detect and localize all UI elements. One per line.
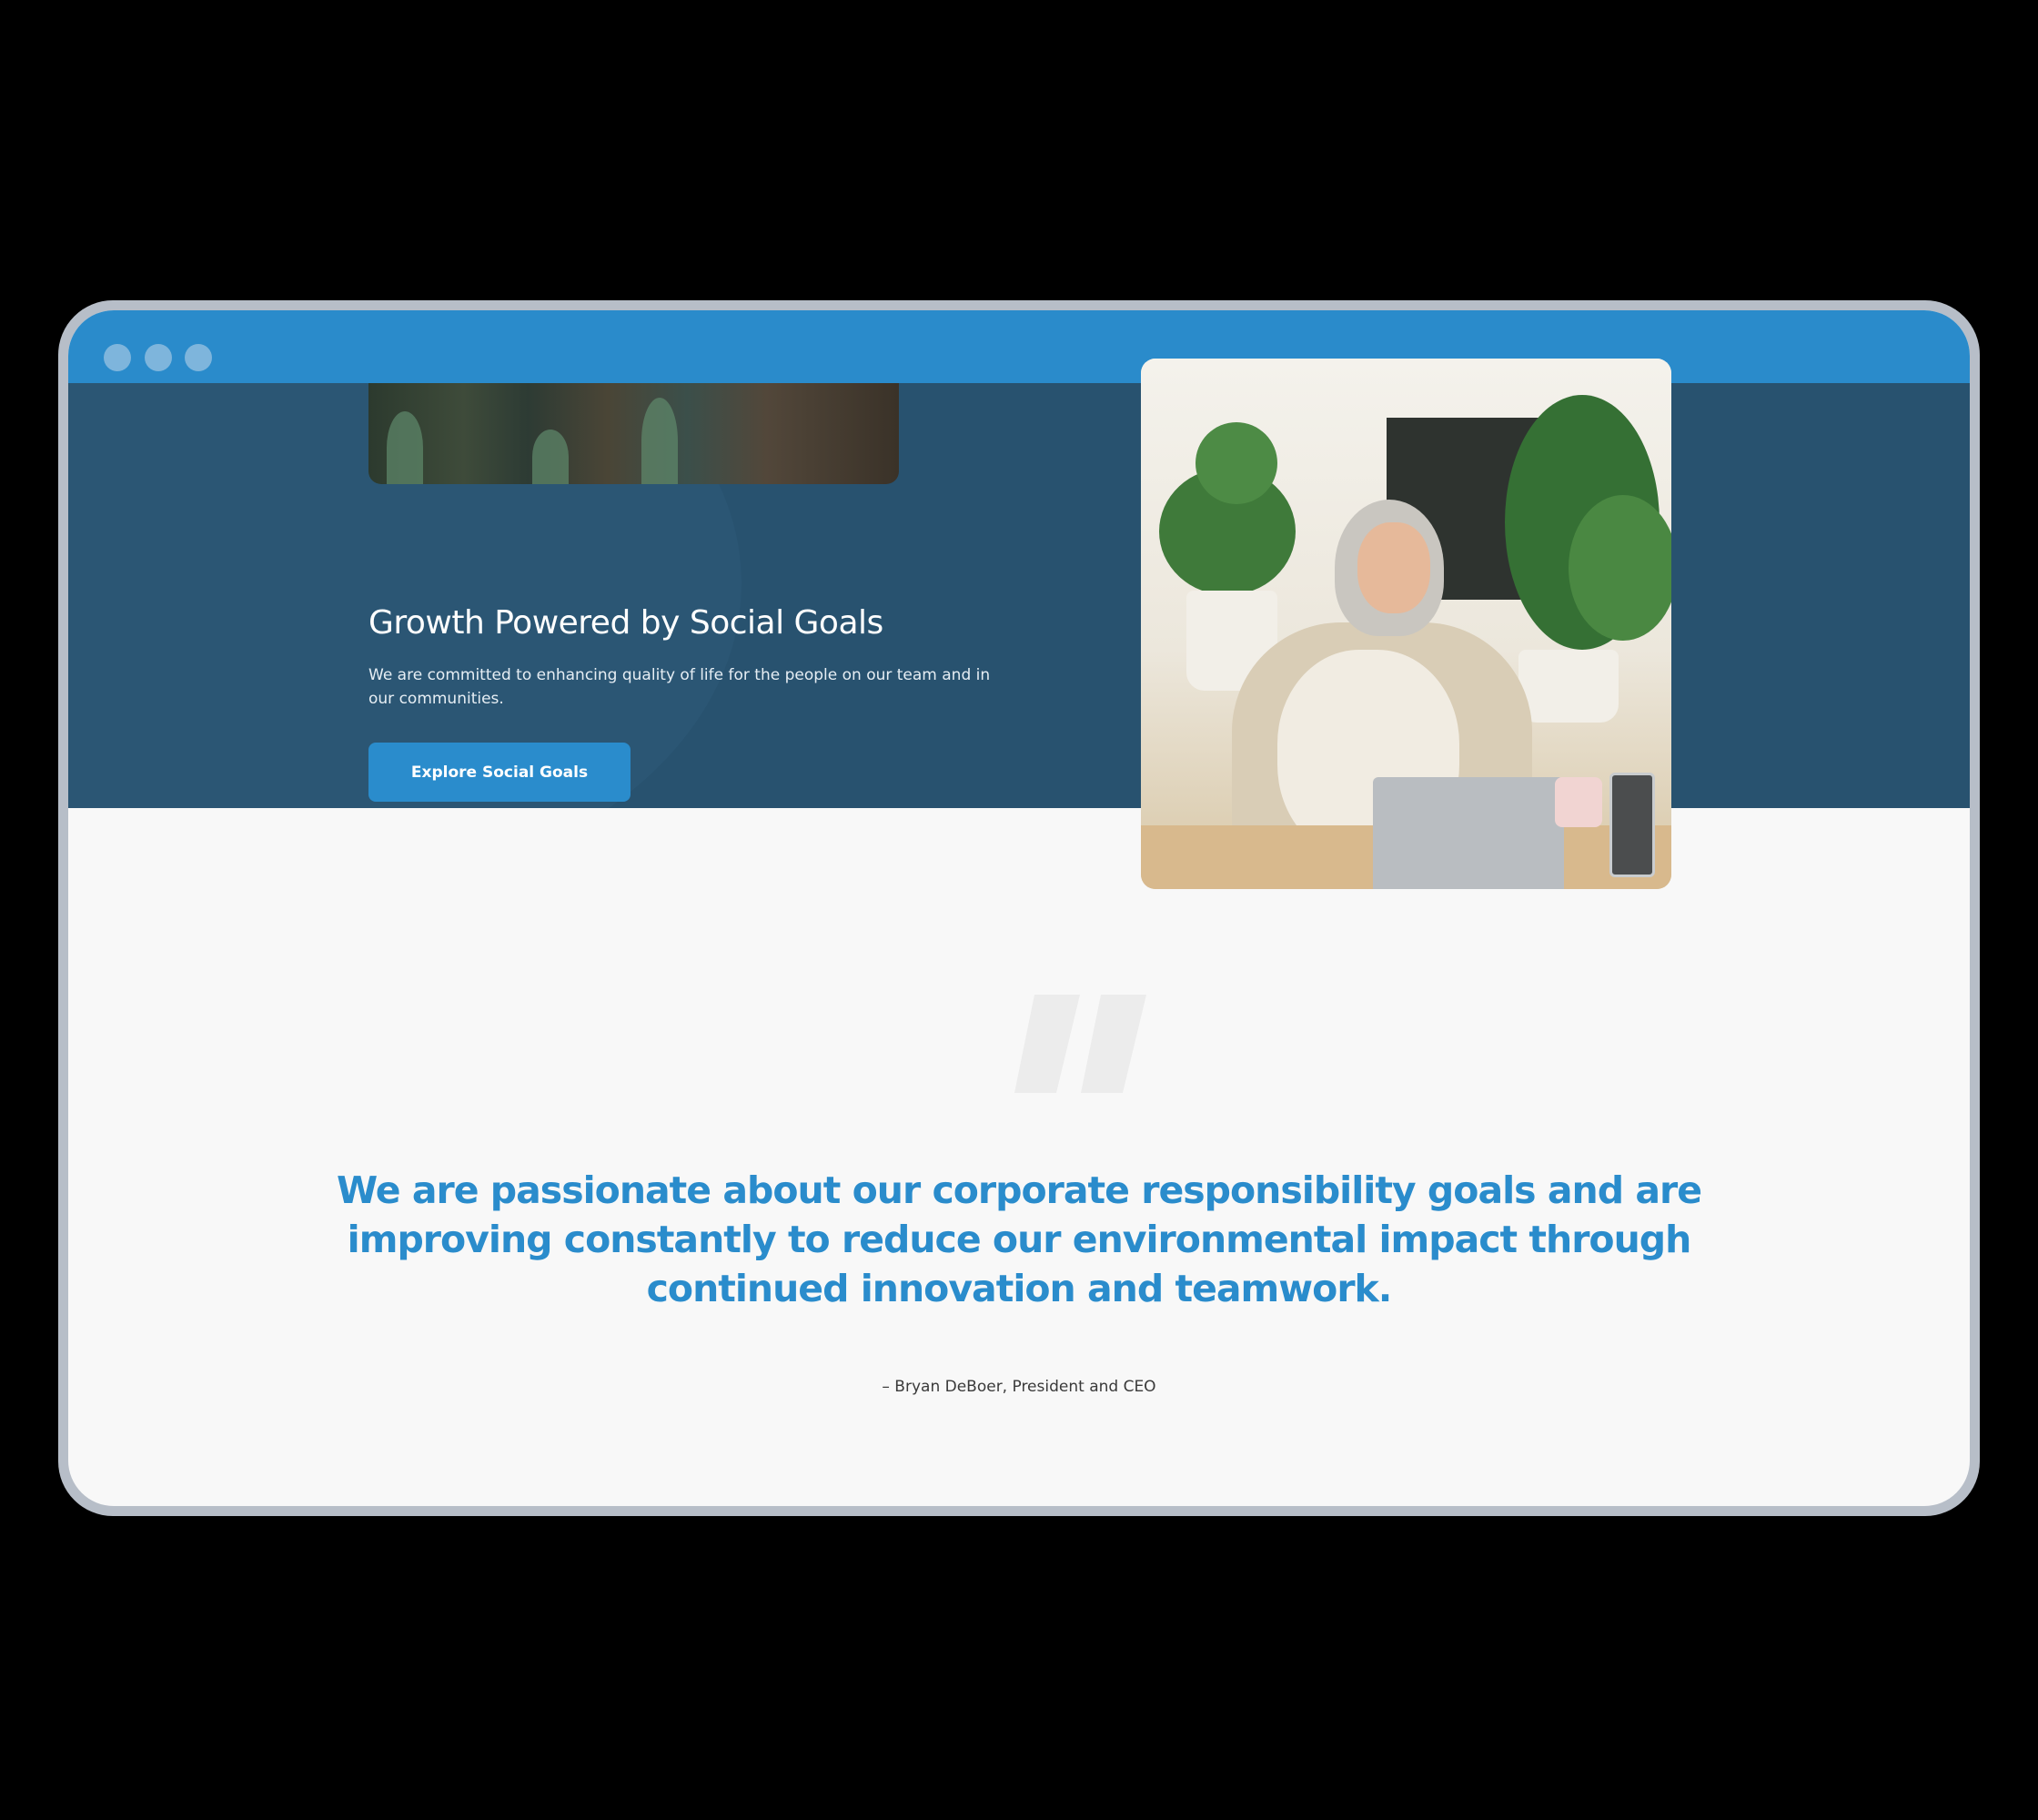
woman-with-dog-photo	[1141, 359, 1671, 889]
hero-description: We are committed to enhancing quality of…	[368, 666, 991, 708]
ceo-quote: We are passionate about our corporate re…	[336, 1168, 1702, 1310]
window-dot-minimize[interactable]	[145, 344, 172, 371]
hero-section: Growth Powered by Social Goals We are co…	[68, 383, 1970, 808]
browser-frame: Growth Powered by Social Goals We are co…	[58, 300, 1980, 1516]
quote-mark-icon	[1014, 995, 1146, 1093]
team-photo-partial	[368, 383, 899, 484]
window-dot-close[interactable]	[104, 344, 131, 371]
hero-title: Growth Powered by Social Goals	[368, 604, 883, 642]
quote-attribution: – Bryan DeBoer, President and CEO	[882, 1378, 1156, 1396]
browser-window: Growth Powered by Social Goals We are co…	[68, 310, 1970, 1506]
explore-social-goals-button[interactable]: Explore Social Goals	[368, 743, 631, 802]
title-bar	[68, 310, 1970, 383]
window-dot-maximize[interactable]	[185, 344, 212, 371]
